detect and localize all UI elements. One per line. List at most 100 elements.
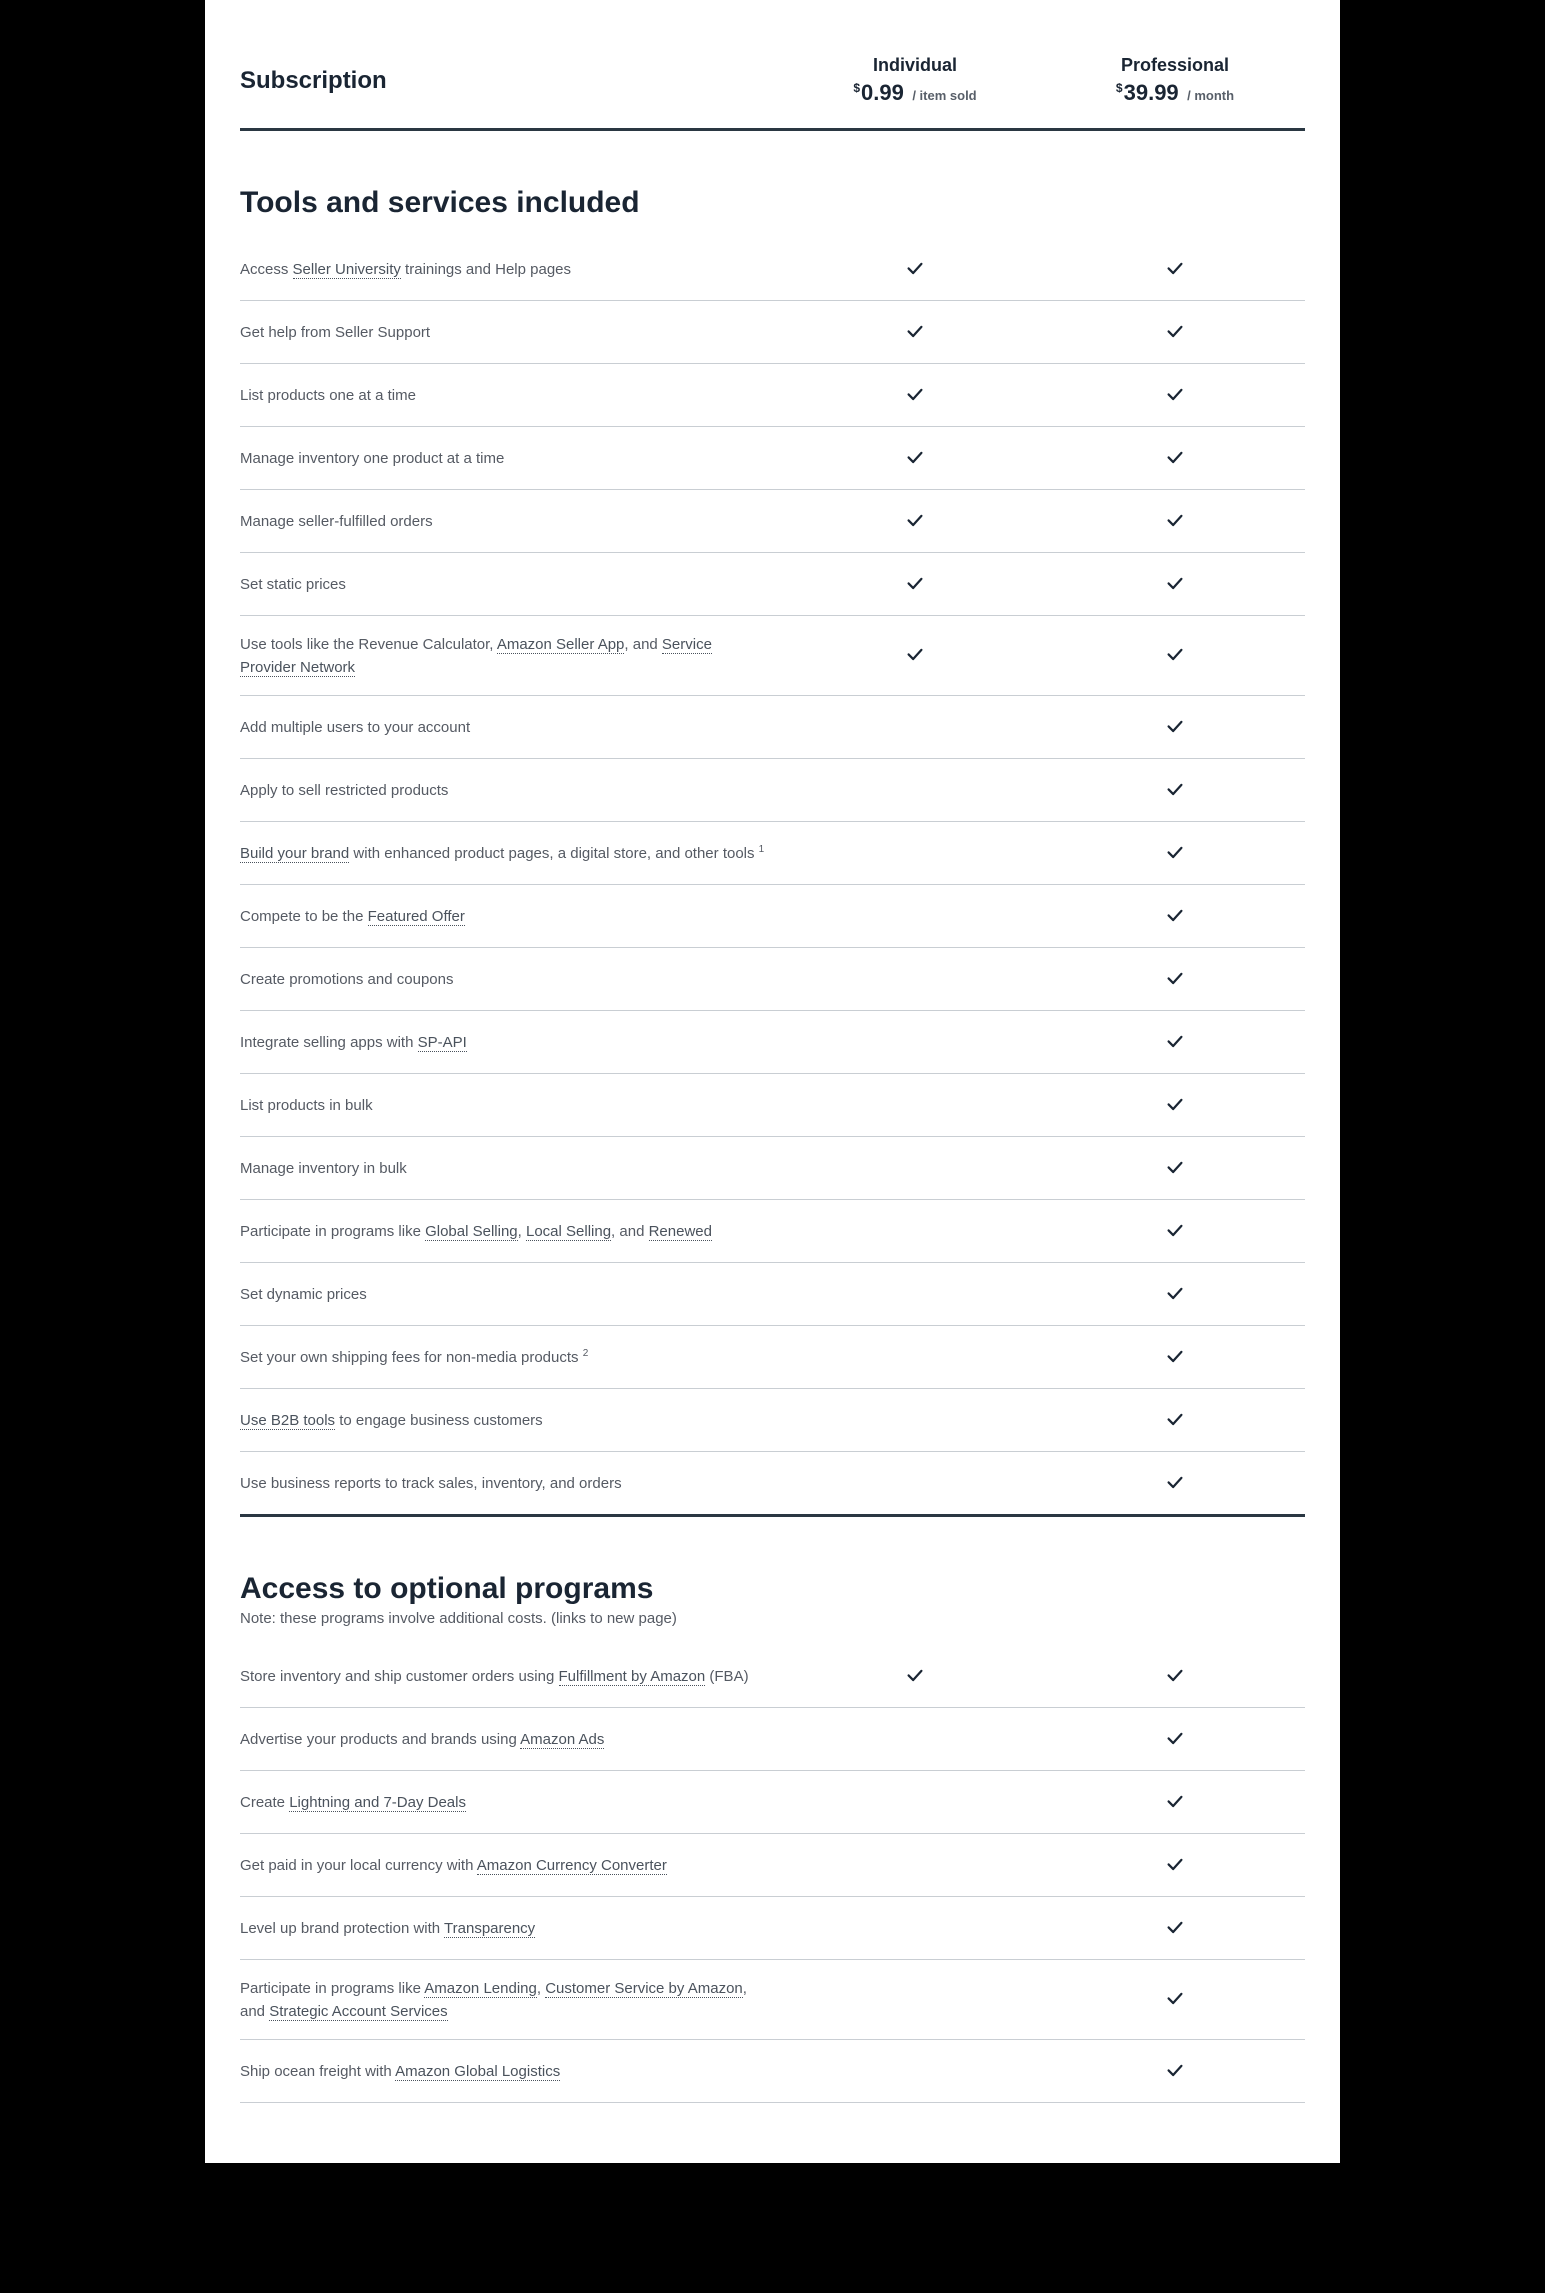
table-row: Ship ocean freight with Amazon Global Lo… xyxy=(240,2040,1305,2103)
plan-professional-name: Professional xyxy=(1045,55,1305,76)
check-icon xyxy=(1164,1862,1186,1879)
check-icon xyxy=(904,392,926,409)
check-icon xyxy=(1164,1480,1186,1497)
cell-professional xyxy=(1045,1219,1305,1246)
feature-label: Create promotions and coupons xyxy=(240,969,785,992)
feature-label: List products in bulk xyxy=(240,1095,785,1118)
cell-professional xyxy=(1045,572,1305,599)
feature-label: Advertise your products and brands using… xyxy=(240,1729,785,1752)
cell-professional xyxy=(1045,1664,1305,1691)
check-icon xyxy=(1164,1354,1186,1371)
inline-link[interactable]: Featured Offer xyxy=(368,908,465,926)
check-icon xyxy=(1164,1996,1186,2013)
cell-individual xyxy=(785,1664,1045,1691)
inline-link[interactable]: Amazon Lending xyxy=(424,1980,537,1998)
inline-link[interactable]: Global Selling xyxy=(425,1223,518,1241)
table-row: Use B2B tools to engage business custome… xyxy=(240,1389,1305,1452)
inline-link[interactable]: Seller University xyxy=(293,261,401,279)
check-icon xyxy=(1164,652,1186,669)
cell-professional xyxy=(1045,383,1305,410)
feature-label: Set your own shipping fees for non-media… xyxy=(240,1346,785,1370)
check-icon xyxy=(904,329,926,346)
inline-link[interactable]: Use B2B tools xyxy=(240,1412,335,1430)
check-icon xyxy=(1164,518,1186,535)
cell-professional xyxy=(1045,1282,1305,1309)
inline-link[interactable]: Amazon Global Logistics xyxy=(395,2063,560,2081)
section-title: Access to optional programs xyxy=(240,1517,1305,1606)
check-icon xyxy=(1164,581,1186,598)
inline-link[interactable]: Transparency xyxy=(444,1920,535,1938)
inline-link[interactable]: Customer Service by Amazon xyxy=(545,1980,743,1998)
comparison-table: Access Seller University trainings and H… xyxy=(240,238,1305,1517)
table-row: Participate in programs like Global Sell… xyxy=(240,1200,1305,1263)
feature-label: List products one at a time xyxy=(240,385,785,408)
inline-link[interactable]: Amazon Seller App xyxy=(497,636,625,654)
cell-individual xyxy=(785,320,1045,347)
inline-link[interactable]: Fulfillment by Amazon xyxy=(559,1668,706,1686)
plan-individual-name: Individual xyxy=(785,55,1045,76)
feature-label: Store inventory and ship customer orders… xyxy=(240,1666,785,1689)
feature-label: Manage seller-fulfilled orders xyxy=(240,511,785,534)
feature-label: Manage inventory one product at a time xyxy=(240,448,785,471)
check-icon xyxy=(1164,1102,1186,1119)
table-row: Manage seller-fulfilled orders xyxy=(240,490,1305,553)
inline-link[interactable]: Build your brand xyxy=(240,845,349,863)
inline-link[interactable]: Service Provider Network xyxy=(240,636,712,677)
cell-professional xyxy=(1045,1916,1305,1943)
table-row: List products one at a time xyxy=(240,364,1305,427)
check-icon xyxy=(904,518,926,535)
cell-professional xyxy=(1045,1987,1305,2014)
table-row: Create promotions and coupons xyxy=(240,948,1305,1011)
inline-link[interactable]: Strategic Account Services xyxy=(269,2003,447,2021)
plan-professional-unit: / month xyxy=(1187,88,1234,103)
table-row: Build your brand with enhanced product p… xyxy=(240,822,1305,885)
cell-professional xyxy=(1045,1471,1305,1498)
cell-professional xyxy=(1045,446,1305,473)
comparison-table: Store inventory and ship customer orders… xyxy=(240,1645,1305,2103)
table-row: Apply to sell restricted products xyxy=(240,759,1305,822)
cell-professional xyxy=(1045,1790,1305,1817)
check-icon xyxy=(1164,787,1186,804)
feature-label: Manage inventory in bulk xyxy=(240,1158,785,1181)
feature-label: Access Seller University trainings and H… xyxy=(240,259,785,282)
feature-label: Participate in programs like Global Sell… xyxy=(240,1221,785,1244)
cell-professional xyxy=(1045,1408,1305,1435)
cell-professional xyxy=(1045,1853,1305,1880)
table-row: Compete to be the Featured Offer xyxy=(240,885,1305,948)
feature-label: Get paid in your local currency with Ama… xyxy=(240,1855,785,1878)
feature-label: Get help from Seller Support xyxy=(240,322,785,345)
inline-link[interactable]: Local Selling xyxy=(526,1223,611,1241)
cell-individual xyxy=(785,257,1045,284)
cell-professional xyxy=(1045,967,1305,994)
cell-individual xyxy=(785,509,1045,536)
feature-label: Build your brand with enhanced product p… xyxy=(240,842,785,866)
cell-professional xyxy=(1045,715,1305,742)
feature-label: Use B2B tools to engage business custome… xyxy=(240,1410,785,1433)
inline-link[interactable]: SP-API xyxy=(418,1034,467,1052)
table-row: List products in bulk xyxy=(240,1074,1305,1137)
inline-link[interactable]: Amazon Ads xyxy=(520,1731,604,1749)
feature-label: Create Lightning and 7-Day Deals xyxy=(240,1792,785,1815)
cell-professional xyxy=(1045,904,1305,931)
check-icon xyxy=(1164,724,1186,741)
plan-individual-price: $0.99 xyxy=(853,80,904,106)
cell-professional xyxy=(1045,841,1305,868)
check-icon xyxy=(1164,1165,1186,1182)
check-icon xyxy=(1164,976,1186,993)
feature-label: Ship ocean freight with Amazon Global Lo… xyxy=(240,2061,785,2084)
inline-link[interactable]: Renewed xyxy=(649,1223,712,1241)
feature-label: Add multiple users to your account xyxy=(240,717,785,740)
check-icon xyxy=(1164,1736,1186,1753)
cell-individual xyxy=(785,643,1045,670)
cell-individual xyxy=(785,572,1045,599)
pricing-header: Subscription Individual $0.99 / item sol… xyxy=(240,45,1305,131)
table-row: Add multiple users to your account xyxy=(240,696,1305,759)
table-row: Access Seller University trainings and H… xyxy=(240,238,1305,301)
inline-link[interactable]: Amazon Currency Converter xyxy=(477,1857,667,1875)
feature-label: Use business reports to track sales, inv… xyxy=(240,1473,785,1496)
inline-link[interactable]: Lightning and 7-Day Deals xyxy=(289,1794,466,1812)
table-row: Manage inventory one product at a time xyxy=(240,427,1305,490)
cell-professional xyxy=(1045,320,1305,347)
check-icon xyxy=(904,581,926,598)
check-icon xyxy=(1164,1417,1186,1434)
